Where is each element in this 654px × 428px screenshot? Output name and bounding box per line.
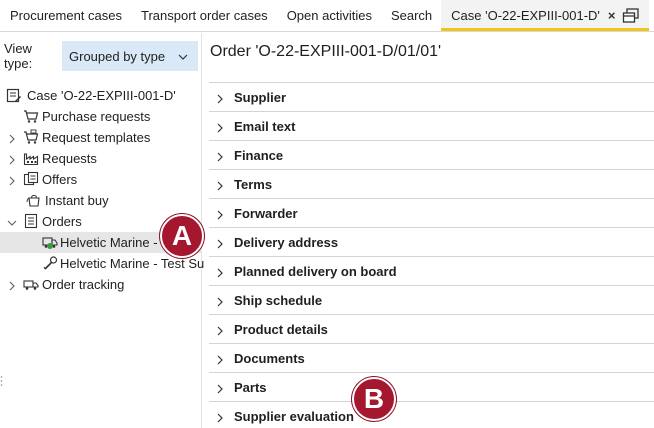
chevron-right-icon[interactable]	[7, 174, 17, 186]
tree-item-label: Request templates	[42, 130, 151, 145]
tab-label: Transport order cases	[141, 8, 268, 23]
section-supplier-evaluation[interactable]: Supplier evaluation	[209, 401, 654, 428]
chevron-right-icon	[215, 208, 225, 220]
tree-item-purchase-requests[interactable]: Purchase requests	[0, 106, 202, 127]
tree-item-label: Case 'O-22-EXPIII-001-D'	[27, 88, 176, 103]
chevron-right-icon	[215, 92, 225, 104]
tree-item-label: Offers	[42, 172, 78, 187]
tab-label: Open activities	[286, 8, 372, 23]
order-detail-panel: Order 'O-22-EXPIII-001-D/01/01' Supplier…	[203, 33, 654, 428]
order-sections: Supplier Email text Finance Terms Forwar…	[209, 82, 654, 428]
section-ship-schedule[interactable]: Ship schedule	[209, 285, 654, 314]
case-icon	[6, 87, 22, 103]
chevron-right-icon[interactable]	[7, 279, 17, 291]
callout-badge-b: B	[352, 377, 396, 421]
view-type-value: Grouped by type	[69, 48, 166, 64]
close-icon[interactable]: ×	[608, 8, 616, 23]
section-label: Product details	[234, 322, 328, 337]
chevron-right-icon	[215, 121, 225, 133]
callout-badge-a: A	[160, 214, 204, 258]
tree-item-label: Instant buy	[45, 193, 109, 208]
tree-item-label: Orders	[42, 214, 82, 229]
section-label: Ship schedule	[234, 293, 323, 308]
tree-item-label: Order tracking	[42, 277, 125, 292]
cart-icon	[23, 108, 39, 124]
tab-label: Procurement cases	[10, 8, 122, 23]
factory-icon	[23, 150, 39, 166]
section-label: Parts	[234, 380, 267, 395]
section-parts[interactable]: Parts	[209, 372, 654, 401]
chevron-right-icon	[215, 411, 225, 423]
tab-case[interactable]: Case 'O-22-EXPIII-001-D' ×	[441, 0, 649, 31]
tree-item-offers[interactable]: Offers	[0, 169, 202, 190]
page-title: Order 'O-22-EXPIII-001-D/01/01'	[210, 43, 442, 60]
restore-window-icon[interactable]	[622, 7, 640, 24]
section-label: Planned delivery on board	[234, 264, 397, 279]
tab-bar: Procurement cases Transport order cases …	[0, 0, 654, 32]
tree-item-label: Purchase requests	[42, 109, 151, 124]
chevron-right-icon[interactable]	[7, 132, 17, 144]
chevron-right-icon	[215, 237, 225, 249]
chevron-right-icon	[215, 266, 225, 278]
cart-template-icon	[23, 129, 39, 145]
view-type-row: View type: Grouped by type	[0, 41, 202, 71]
tab-open-activities[interactable]: Open activities	[277, 0, 381, 31]
section-documents[interactable]: Documents	[209, 343, 654, 372]
tab-search[interactable]: Search	[381, 0, 441, 31]
section-label: Supplier evaluation	[234, 409, 354, 424]
tree-item-order-helvetic-marine-test[interactable]: Helvetic Marine - Test Su	[0, 253, 205, 274]
tree-item-order-tracking[interactable]: Order tracking	[0, 274, 202, 295]
tree-item-label: Requests	[42, 151, 97, 166]
section-label: Terms	[234, 177, 273, 192]
section-planned-delivery-on-board[interactable]: Planned delivery on board	[209, 256, 654, 285]
section-product-details[interactable]: Product details	[209, 314, 654, 343]
section-email-text[interactable]: Email text	[209, 111, 654, 140]
section-label: Forwarder	[234, 206, 298, 221]
section-supplier[interactable]: Supplier	[209, 82, 654, 111]
order-wrench-icon	[42, 255, 58, 271]
section-label: Documents	[234, 351, 305, 366]
section-label: Finance	[234, 148, 284, 163]
chevron-right-icon	[215, 179, 225, 191]
view-type-select[interactable]: Grouped by type	[62, 41, 198, 71]
section-label: Email text	[234, 119, 296, 134]
tree-item-requests[interactable]: Requests	[0, 148, 202, 169]
tree-item-case[interactable]: Case 'O-22-EXPIII-001-D'	[0, 85, 202, 106]
tab-procurement-cases[interactable]: Procurement cases	[0, 0, 131, 31]
panel-resize-handle[interactable]	[0, 375, 3, 387]
chevron-right-icon	[215, 353, 225, 365]
section-label: Supplier	[234, 90, 287, 105]
tab-label: Case 'O-22-EXPIII-001-D'	[451, 8, 600, 23]
view-type-label: View type:	[4, 41, 33, 71]
chevron-down-icon[interactable]	[7, 216, 17, 226]
section-forwarder[interactable]: Forwarder	[209, 198, 654, 227]
section-terms[interactable]: Terms	[209, 169, 654, 198]
chevron-right-icon	[215, 382, 225, 394]
tab-transport-order-cases[interactable]: Transport order cases	[131, 0, 277, 31]
chevron-down-icon	[178, 50, 188, 60]
section-delivery-address[interactable]: Delivery address	[209, 227, 654, 256]
tracking-icon	[23, 276, 39, 292]
tree-item-label: Helvetic Marine -	[60, 235, 158, 250]
case-tree: Case 'O-22-EXPIII-001-D' Purchase reques…	[0, 85, 205, 295]
instant-buy-icon	[26, 192, 42, 208]
offer-icon	[23, 171, 39, 187]
chevron-right-icon[interactable]	[7, 153, 17, 165]
section-finance[interactable]: Finance	[209, 140, 654, 169]
chevron-right-icon	[215, 324, 225, 336]
orders-icon	[23, 213, 39, 229]
tree-item-instant-buy[interactable]: Instant buy	[0, 190, 202, 211]
order-truck-icon	[42, 234, 58, 250]
tree-item-label: Helvetic Marine - Test Su	[60, 256, 205, 271]
tab-label: Search	[390, 8, 433, 23]
chevron-right-icon	[215, 150, 225, 162]
chevron-right-icon	[215, 295, 225, 307]
tree-item-request-templates[interactable]: Request templates	[0, 127, 202, 148]
section-label: Delivery address	[234, 235, 339, 250]
